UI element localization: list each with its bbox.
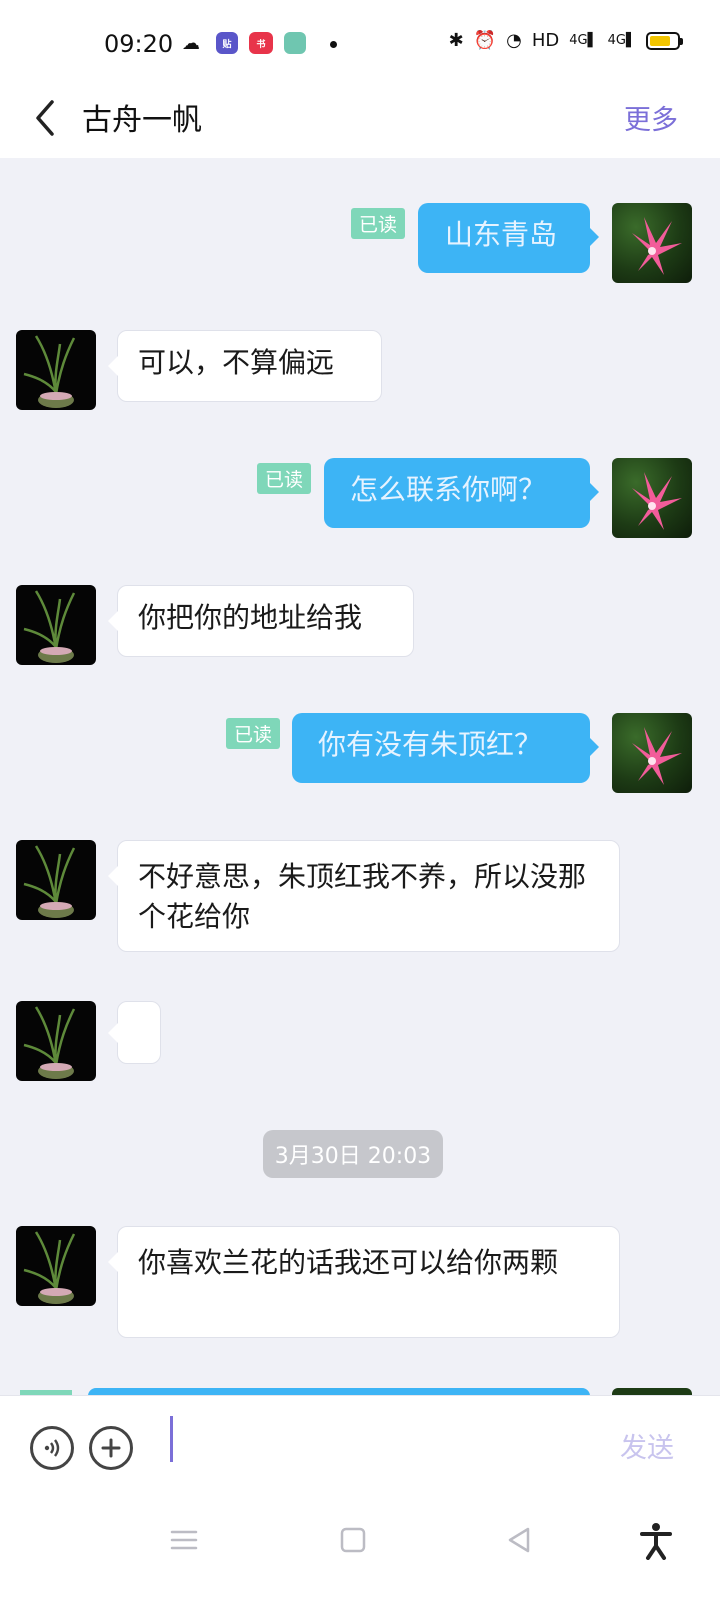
message-bubble-incoming[interactable]: 不好意思，朱顶红我不养，所以没那个花给你	[117, 840, 620, 952]
hd-label: HD	[531, 30, 560, 51]
contact-avatar[interactable]	[16, 840, 96, 920]
message-bubble-outgoing[interactable]: 你有没有朱顶红？	[292, 713, 590, 783]
read-badge: 已读	[351, 208, 406, 239]
tieba-icon: 贴	[216, 32, 238, 54]
bubble-tail	[108, 611, 118, 631]
signal-icon: 4G▌	[607, 33, 636, 48]
lily-flower-icon	[632, 727, 682, 785]
battery-icon	[646, 31, 683, 50]
message-bubble-outgoing[interactable]: 怎么联系你啊？	[324, 458, 590, 528]
accessibility-icon[interactable]	[636, 1520, 676, 1560]
bubble-tail	[108, 866, 118, 886]
system-nav-bar	[0, 1490, 720, 1600]
signal-icon: 4G▌	[569, 33, 598, 48]
lily-flower-icon	[632, 217, 682, 275]
bubble-tail	[108, 356, 118, 376]
message-bubble-outgoing[interactable]: 山东青岛	[418, 203, 590, 273]
chat-title: 古舟一帆	[82, 103, 202, 138]
orchid-plant-icon	[23, 845, 76, 918]
message-bubble-incoming[interactable]: 你喜欢兰花的话我还可以给你两颗	[117, 1226, 620, 1338]
send-button[interactable]: 发送	[620, 1426, 674, 1465]
contact-avatar[interactable]	[16, 1226, 96, 1306]
alarm-icon: ⏰	[473, 30, 497, 51]
bubble-tail	[589, 482, 599, 502]
more-button[interactable]: 更多	[624, 98, 678, 137]
text-cursor	[170, 1416, 173, 1462]
more-notifications-icon	[330, 41, 337, 48]
voice-button[interactable]	[30, 1426, 74, 1470]
menu-icon[interactable]	[164, 1520, 204, 1560]
add-attachment-button[interactable]	[89, 1426, 133, 1470]
read-badge: 已读	[257, 463, 312, 494]
home-icon[interactable]	[333, 1520, 373, 1560]
bluetooth-icon: ✱	[448, 30, 464, 51]
status-time: 09:20	[104, 30, 174, 58]
message-input[interactable]	[165, 1410, 605, 1470]
my-avatar[interactable]	[612, 203, 692, 283]
chat-header: 古舟一帆 更多	[0, 80, 720, 158]
back-icon[interactable]	[500, 1520, 540, 1560]
status-bar: 09:20 ☁ 贴 书 ✱ ⏰ ◔ HD 4G▌ 4G▌	[0, 0, 720, 80]
orchid-plant-icon	[23, 1006, 76, 1079]
contact-avatar[interactable]	[16, 585, 96, 665]
bubble-tail	[589, 737, 599, 757]
back-arrow-icon[interactable]	[30, 96, 60, 140]
message-bubble-incoming[interactable]: 你把你的地址给我	[117, 585, 414, 657]
contact-avatar[interactable]	[16, 1001, 96, 1081]
bubble-tail	[108, 1252, 118, 1272]
xiaohongshu-icon: 书	[249, 32, 273, 54]
chat-screen: 09:20 ☁ 贴 书 ✱ ⏰ ◔ HD 4G▌ 4G▌ 古舟一帆 更多 已读 …	[0, 0, 720, 1600]
bubble-tail	[108, 1023, 118, 1043]
wechat-icon: ☁	[182, 32, 200, 54]
battery-level	[650, 35, 670, 46]
status-indicators: ✱ ⏰ ◔ HD 4G▌ 4G▌	[448, 30, 683, 51]
my-avatar[interactable]	[612, 458, 692, 538]
my-avatar[interactable]	[612, 713, 692, 793]
time-divider: 3月30日 20:03	[263, 1130, 443, 1178]
wifi-icon: ◔	[506, 30, 522, 51]
message-bubble-incoming[interactable]: 可以，不算偏远	[117, 330, 382, 402]
voice-icon	[44, 1439, 60, 1457]
plus-icon	[101, 1438, 121, 1458]
read-badge: 已读	[226, 718, 281, 749]
bubble-tail	[589, 227, 599, 247]
lily-flower-icon	[632, 472, 682, 530]
message-bubble-incoming-empty[interactable]	[117, 1001, 161, 1064]
app-square-icon	[284, 32, 306, 54]
orchid-plant-icon	[23, 590, 76, 663]
orchid-plant-icon	[23, 1231, 76, 1304]
orchid-plant-icon	[23, 335, 76, 408]
contact-avatar[interactable]	[16, 330, 96, 410]
